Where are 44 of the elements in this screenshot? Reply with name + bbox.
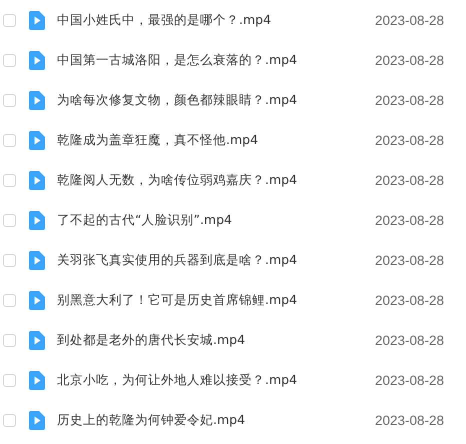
file-name[interactable]: 中国第一古城洛阳，是怎么衰落的？.mp4 [57, 52, 375, 68]
checkbox[interactable] [3, 414, 16, 426]
checkbox[interactable] [3, 54, 16, 66]
video-file-icon [29, 250, 45, 270]
video-file-icon [29, 370, 45, 390]
checkbox[interactable] [3, 134, 16, 146]
video-file-icon [29, 410, 45, 430]
file-date: 2023-08-28 [375, 212, 444, 228]
file-date: 2023-08-28 [375, 252, 444, 268]
file-name[interactable]: 了不起的古代“人脸识别”.mp4 [57, 212, 375, 228]
file-name[interactable]: 关羽张飞真实使用的兵器到底是啥？.mp4 [57, 252, 375, 268]
video-file-icon [29, 90, 45, 110]
checkbox[interactable] [3, 334, 16, 346]
file-date: 2023-08-28 [375, 132, 444, 148]
checkbox[interactable] [3, 14, 16, 26]
video-file-icon [29, 130, 45, 150]
video-file-icon [29, 290, 45, 310]
checkbox[interactable] [3, 294, 16, 306]
file-date: 2023-08-28 [375, 92, 444, 108]
checkbox[interactable] [3, 254, 16, 266]
file-name[interactable]: 北京小吃，为何让外地人难以接受？.mp4 [57, 372, 375, 388]
file-date: 2023-08-28 [375, 292, 444, 308]
checkbox[interactable] [3, 94, 16, 106]
video-file-icon [29, 10, 45, 30]
file-date: 2023-08-28 [375, 12, 444, 28]
file-date: 2023-08-28 [375, 372, 444, 388]
file-name[interactable]: 为啥每次修复文物，颜色都辣眼睛？.mp4 [57, 92, 375, 108]
file-date: 2023-08-28 [375, 412, 444, 428]
video-file-icon [29, 50, 45, 70]
checkbox[interactable] [3, 174, 16, 186]
file-name[interactable]: 中国小姓氏中，最强的是哪个？.mp4 [57, 12, 375, 28]
file-date: 2023-08-28 [375, 332, 444, 348]
file-name[interactable]: 历史上的乾隆为何钟爱令妃.mp4 [57, 412, 375, 428]
file-name[interactable]: 乾隆阅人无数，为啥传位弱鸡嘉庆？.mp4 [57, 172, 375, 188]
file-name[interactable]: 乾隆成为盖章狂魔，真不怪他.mp4 [57, 132, 375, 148]
video-file-icon [29, 210, 45, 230]
file-date: 2023-08-28 [375, 52, 444, 68]
file-name[interactable]: 到处都是老外的唐代长安城.mp4 [57, 332, 375, 348]
video-file-icon [29, 330, 45, 350]
video-file-icon [29, 170, 45, 190]
checkbox[interactable] [3, 374, 16, 386]
file-date: 2023-08-28 [375, 172, 444, 188]
checkbox[interactable] [3, 214, 16, 226]
file-name[interactable]: 别黑意大利了！它可是历史首席锦鲤.mp4 [57, 292, 375, 308]
